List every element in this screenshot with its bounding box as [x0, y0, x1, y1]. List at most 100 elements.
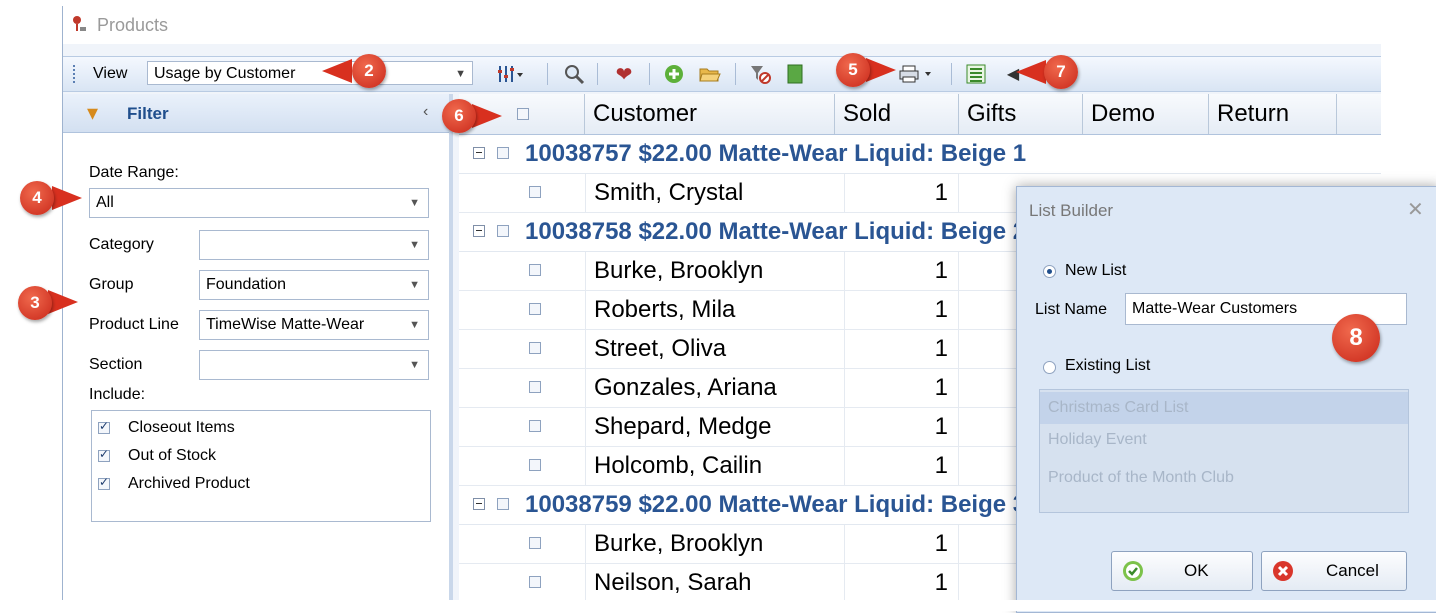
row-checkbox[interactable]: [529, 420, 541, 432]
checkbox[interactable]: [98, 419, 110, 434]
export-icon[interactable]: [781, 61, 811, 87]
ok-button[interactable]: OK: [1111, 551, 1253, 591]
customer-cell: Shepard, Medge: [585, 408, 845, 446]
toolbar-grip[interactable]: [73, 65, 77, 83]
cancel-button[interactable]: Cancel: [1261, 551, 1407, 591]
heart-icon[interactable]: ❤: [609, 61, 639, 87]
new-list-radio[interactable]: [1043, 265, 1056, 278]
torn-edge: [0, 600, 1436, 611]
callout-2: 2: [352, 54, 386, 88]
callout-3: 3: [18, 286, 52, 320]
list-icon[interactable]: [961, 61, 991, 87]
list-builder-dialog: List Builder ✕ New List List Name Matte-…: [1016, 186, 1436, 613]
group-title: 10038758 $22.00 Matte-Wear Liquid: Beige…: [525, 218, 1027, 245]
existing-list-radio[interactable]: [1043, 361, 1056, 374]
callout-4: 4: [20, 181, 54, 215]
product-line-value: TimeWise Matte-Wear: [206, 316, 365, 333]
include-archived-product[interactable]: Archived Product: [98, 475, 250, 493]
columns-icon[interactable]: [493, 61, 529, 87]
view-select[interactable]: Usage by Customer ▼: [147, 61, 473, 85]
column-header-gifts[interactable]: Gifts: [959, 94, 1083, 134]
collapse-group-icon[interactable]: [473, 498, 485, 510]
callout-arrow: [866, 58, 896, 82]
row-checkbox[interactable]: [529, 186, 541, 198]
group-row[interactable]: 10038757 $22.00 Matte-Wear Liquid: Beige…: [459, 135, 1381, 174]
row-checkbox[interactable]: [529, 381, 541, 393]
row-checkbox[interactable]: [529, 264, 541, 276]
callout-arrow: [52, 186, 82, 210]
chevron-down-icon: ▼: [409, 197, 420, 209]
include-out-of-stock[interactable]: Out of Stock: [98, 447, 216, 465]
group-title: 10038757 $22.00 Matte-Wear Liquid: Beige…: [525, 140, 1027, 167]
column-header-sold[interactable]: Sold: [835, 94, 959, 134]
toolbar: View Usage by Customer ▼ ❤ ◀: [63, 56, 1381, 92]
group-checkbox[interactable]: [497, 498, 509, 510]
collapse-group-icon[interactable]: [473, 225, 485, 237]
group-select[interactable]: Foundation ▼: [199, 270, 429, 300]
grid-header: Customer Sold Gifts Demo Return: [459, 94, 1381, 135]
print-icon[interactable]: [895, 61, 941, 87]
list-name-label: List Name: [1035, 301, 1108, 318]
column-header-return[interactable]: Return: [1209, 94, 1337, 134]
toolbar-separator: [649, 63, 650, 85]
checkbox[interactable]: [98, 447, 110, 462]
category-select[interactable]: ▼: [199, 230, 429, 260]
group-title: 10038759 $22.00 Matte-Wear Liquid: Beige…: [525, 491, 1027, 518]
sold-cell: 1: [835, 525, 959, 563]
row-checkbox[interactable]: [529, 537, 541, 549]
date-range-select[interactable]: All ▼: [89, 188, 429, 218]
product-icon: [73, 16, 86, 31]
filter-header[interactable]: ▾ Filter ‹: [63, 94, 449, 133]
product-line-select[interactable]: TimeWise Matte-Wear ▼: [199, 310, 429, 340]
check-icon: [1123, 561, 1143, 581]
row-checkbox[interactable]: [529, 576, 541, 588]
list-item[interactable]: Holiday Event: [1040, 424, 1408, 456]
existing-list-box: Christmas Card List Holiday Event Produc…: [1039, 389, 1409, 513]
group-label: Group: [89, 276, 134, 293]
row-checkbox[interactable]: [529, 303, 541, 315]
column-header-customer[interactable]: Customer: [585, 94, 835, 134]
section-select[interactable]: ▼: [199, 350, 429, 380]
customer-cell: Holcomb, Cailin: [585, 447, 845, 485]
select-all-checkbox[interactable]: [517, 108, 529, 120]
cancel-icon: [1273, 561, 1293, 581]
toolbar-separator: [547, 63, 548, 85]
view-label: View: [93, 65, 128, 82]
callout-arrow: [472, 104, 502, 128]
date-range-label: Date Range:: [89, 164, 179, 181]
callout-8: 8: [1332, 314, 1380, 362]
customer-cell: Smith, Crystal: [585, 174, 845, 212]
close-icon[interactable]: ✕: [1407, 197, 1424, 222]
customer-cell: Gonzales, Ariana: [585, 369, 845, 407]
include-label: Include:: [89, 386, 146, 403]
customer-cell: Neilson, Sarah: [585, 564, 845, 602]
sold-cell: 1: [835, 291, 959, 329]
group-checkbox[interactable]: [497, 147, 509, 159]
toolbar-separator: [597, 63, 598, 85]
customer-cell: Burke, Brooklyn: [585, 525, 845, 563]
include-closeout-items[interactable]: Closeout Items: [98, 419, 235, 437]
column-header-demo[interactable]: Demo: [1083, 94, 1209, 134]
sold-cell: 1: [835, 174, 959, 212]
clear-filter-icon[interactable]: [745, 61, 775, 87]
customer-cell: Roberts, Mila: [585, 291, 845, 329]
include-item-label: Out of Stock: [128, 447, 217, 464]
collapse-group-icon[interactable]: [473, 147, 485, 159]
group-checkbox[interactable]: [497, 225, 509, 237]
list-item[interactable]: Product of the Month Club: [1040, 462, 1408, 494]
existing-list-label: Existing List: [1065, 357, 1151, 374]
row-checkbox[interactable]: [529, 459, 541, 471]
list-item[interactable]: Christmas Card List: [1040, 392, 1408, 424]
search-icon[interactable]: [559, 61, 589, 87]
open-folder-icon[interactable]: [695, 61, 725, 87]
sold-cell: 1: [835, 408, 959, 446]
add-icon[interactable]: [659, 61, 689, 87]
sold-cell: 1: [835, 447, 959, 485]
category-label: Category: [89, 236, 154, 253]
cancel-label: Cancel: [1326, 561, 1379, 580]
collapse-icon[interactable]: ‹: [423, 103, 428, 121]
row-checkbox[interactable]: [529, 342, 541, 354]
checkbox[interactable]: [98, 475, 110, 490]
chevron-down-icon: ▼: [409, 359, 420, 371]
include-list: Closeout Items Out of Stock Archived Pro…: [91, 410, 431, 522]
